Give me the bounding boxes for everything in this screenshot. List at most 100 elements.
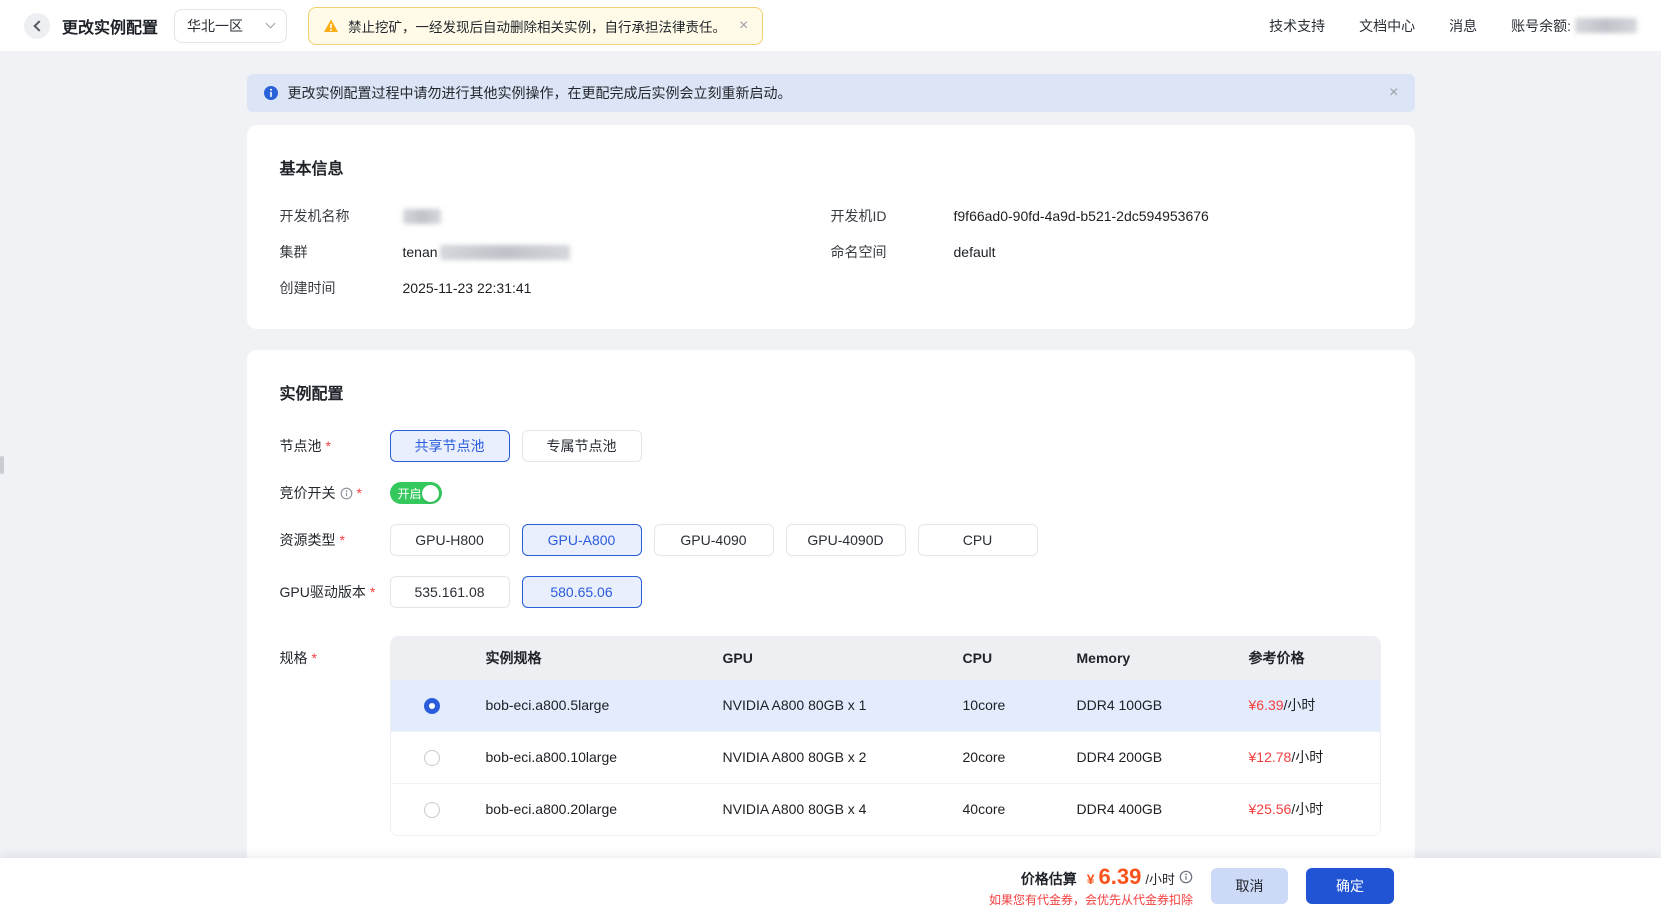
cell-price: ¥6.39/小时 xyxy=(1237,679,1380,731)
table-row[interactable]: bob-eci.a800.10large NVIDIA A800 80GB x … xyxy=(391,731,1380,783)
price-value: ¥25.56 xyxy=(1249,801,1292,817)
radio-unselected[interactable] xyxy=(424,802,440,818)
required-asterisk: * xyxy=(340,532,345,548)
cell-memory: DDR4 100GB xyxy=(1065,679,1237,731)
estimated-price: 6.39 xyxy=(1099,864,1142,890)
price-line: 价格估算 ¥ 6.39 /小时 xyxy=(1021,864,1193,890)
required-asterisk: * xyxy=(357,485,362,501)
dev-machine-id-label: 开发机ID xyxy=(831,205,954,227)
created-time-label: 创建时间 xyxy=(280,277,403,299)
resource-option-gpu-4090d[interactable]: GPU-4090D xyxy=(786,524,906,556)
spot-switch-toggle[interactable]: 开启 xyxy=(390,482,442,504)
required-asterisk: * xyxy=(312,650,317,666)
radio-column-header xyxy=(391,637,474,679)
field-dev-machine-id: 开发机ID f9f66ad0-90fd-4a9d-b521-2dc5949536… xyxy=(831,205,1209,227)
resource-option-gpu-4090[interactable]: GPU-4090 xyxy=(654,524,774,556)
field-created-time: 创建时间 2025-11-23 22:31:41 xyxy=(280,277,831,299)
resource-type-row: 资源类型* GPU-H800 GPU-A800 GPU-4090 GPU-409… xyxy=(280,524,1382,556)
radio-unselected[interactable] xyxy=(424,750,440,766)
main-content: 更改实例配置过程中请勿进行其他实例操作，在更配完成后实例会立刻重新启动。 × 基… xyxy=(247,74,1415,896)
cell-spec: bob-eci.a800.20large xyxy=(474,783,711,835)
redacted-balance-value xyxy=(1575,18,1637,33)
table-row[interactable]: bob-eci.a800.5large NVIDIA A800 80GB x 1… xyxy=(391,679,1380,731)
top-header: 更改实例配置 华北一区 禁止挖矿，一经发现后自动删除相关实例，自行承担法律责任。… xyxy=(0,0,1661,52)
info-icon xyxy=(263,85,279,101)
gpu-driver-label: GPU驱动版本* xyxy=(280,582,390,602)
info-notice-banner: 更改实例配置过程中请勿进行其他实例操作，在更配完成后实例会立刻重新启动。 × xyxy=(247,74,1415,112)
cell-spec: bob-eci.a800.5large xyxy=(474,679,711,731)
notice-close-icon[interactable]: × xyxy=(1389,85,1398,101)
region-select-value: 华北一区 xyxy=(187,16,243,36)
spot-info-icon[interactable] xyxy=(340,487,353,500)
account-balance-label: 账号余额: xyxy=(1511,16,1571,36)
spec-table: 实例规格 GPU CPU Memory 参考价格 bob-eci.a800.5l… xyxy=(391,637,1380,835)
toggle-knob xyxy=(422,485,439,502)
node-pool-option-dedicated[interactable]: 专属节点池 xyxy=(522,430,642,462)
field-cluster: 集群 tenan xyxy=(280,241,831,263)
price-unit: /小时 xyxy=(1284,697,1316,713)
scrollbar-thumb[interactable] xyxy=(0,456,4,474)
action-footer: 价格估算 ¥ 6.39 /小时 如果您有代金券，会优先从代金券扣除 取消 确定 xyxy=(0,858,1661,914)
region-select[interactable]: 华北一区 xyxy=(174,9,287,43)
table-row[interactable]: bob-eci.a800.20large NVIDIA A800 80GB x … xyxy=(391,783,1380,835)
cell-price: ¥12.78/小时 xyxy=(1237,731,1380,783)
column-header-memory: Memory xyxy=(1065,637,1237,679)
spec-label: 规格* xyxy=(280,636,390,668)
dev-machine-id-value: f9f66ad0-90fd-4a9d-b521-2dc594953676 xyxy=(954,205,1209,227)
column-header-spec: 实例规格 xyxy=(474,637,711,679)
cell-gpu: NVIDIA A800 80GB x 2 xyxy=(711,731,951,783)
node-pool-row: 节点池* 共享节点池 专属节点池 xyxy=(280,430,1382,462)
field-namespace: 命名空间 default xyxy=(831,241,1209,263)
warning-icon xyxy=(323,18,339,34)
redacted-machine-name xyxy=(403,209,441,224)
cell-memory: DDR4 400GB xyxy=(1065,783,1237,835)
created-time-value: 2025-11-23 22:31:41 xyxy=(403,277,532,299)
gpu-driver-option-535[interactable]: 535.161.08 xyxy=(390,576,510,608)
namespace-label: 命名空间 xyxy=(831,241,954,263)
resource-type-options: GPU-H800 GPU-A800 GPU-4090 GPU-4090D CPU xyxy=(390,524,1038,556)
nav-account-balance[interactable]: 账号余额: xyxy=(1511,16,1637,36)
spot-switch-row: 竞价开关 * 开启 xyxy=(280,482,1382,504)
cell-price: ¥25.56/小时 xyxy=(1237,783,1380,835)
price-unit: /小时 xyxy=(1145,869,1175,888)
top-nav: 技术支持 文档中心 消息 账号余额: xyxy=(1269,16,1637,36)
cell-gpu: NVIDIA A800 80GB x 4 xyxy=(711,783,951,835)
cluster-value-prefix: tenan xyxy=(403,241,438,263)
back-button[interactable] xyxy=(24,13,50,39)
price-info-icon[interactable] xyxy=(1179,870,1193,884)
basic-info-title: 基本信息 xyxy=(280,155,1382,179)
dev-machine-name-label: 开发机名称 xyxy=(280,205,403,227)
notice-text: 更改实例配置过程中请勿进行其他实例操作，在更配完成后实例会立刻重新启动。 xyxy=(288,83,792,103)
resource-option-gpu-a800[interactable]: GPU-A800 xyxy=(522,524,642,556)
chevron-down-icon xyxy=(266,19,276,29)
required-asterisk: * xyxy=(370,584,375,600)
cluster-value: tenan xyxy=(403,241,570,263)
column-header-gpu: GPU xyxy=(711,637,951,679)
resource-option-gpu-h800[interactable]: GPU-H800 xyxy=(390,524,510,556)
gpu-driver-options: 535.161.08 580.65.06 xyxy=(390,576,642,608)
node-pool-option-shared[interactable]: 共享节点池 xyxy=(390,430,510,462)
gpu-driver-option-580[interactable]: 580.65.06 xyxy=(522,576,642,608)
instance-config-card: 实例配置 节点池* 共享节点池 专属节点池 竞价开关 * 开启 xyxy=(247,350,1415,896)
radio-selected[interactable] xyxy=(424,698,440,714)
nav-tech-support[interactable]: 技术支持 xyxy=(1269,16,1325,36)
cancel-button[interactable]: 取消 xyxy=(1211,868,1288,904)
spec-table-header: 实例规格 GPU CPU Memory 参考价格 xyxy=(391,637,1380,679)
currency-symbol: ¥ xyxy=(1087,871,1095,887)
nav-doc-center[interactable]: 文档中心 xyxy=(1359,16,1415,36)
resource-option-cpu[interactable]: CPU xyxy=(918,524,1038,556)
cell-gpu: NVIDIA A800 80GB x 1 xyxy=(711,679,951,731)
cluster-label: 集群 xyxy=(280,241,403,263)
cell-cpu: 20core xyxy=(951,731,1065,783)
gpu-driver-row: GPU驱动版本* 535.161.08 580.65.06 xyxy=(280,576,1382,608)
nav-messages[interactable]: 消息 xyxy=(1449,16,1477,36)
confirm-button[interactable]: 确定 xyxy=(1306,868,1394,904)
namespace-value: default xyxy=(954,241,996,263)
warning-close-icon[interactable]: × xyxy=(739,18,748,34)
basic-info-right-column: 开发机ID f9f66ad0-90fd-4a9d-b521-2dc5949536… xyxy=(831,205,1209,299)
basic-info-grid: 开发机名称 集群 tenan 创建时间 2025-11-23 22:31:41 xyxy=(280,205,1382,299)
estimate-label: 价格估算 xyxy=(1021,869,1077,889)
dev-machine-name-value xyxy=(403,209,441,224)
cell-spec: bob-eci.a800.10large xyxy=(474,731,711,783)
node-pool-label: 节点池* xyxy=(280,436,390,456)
